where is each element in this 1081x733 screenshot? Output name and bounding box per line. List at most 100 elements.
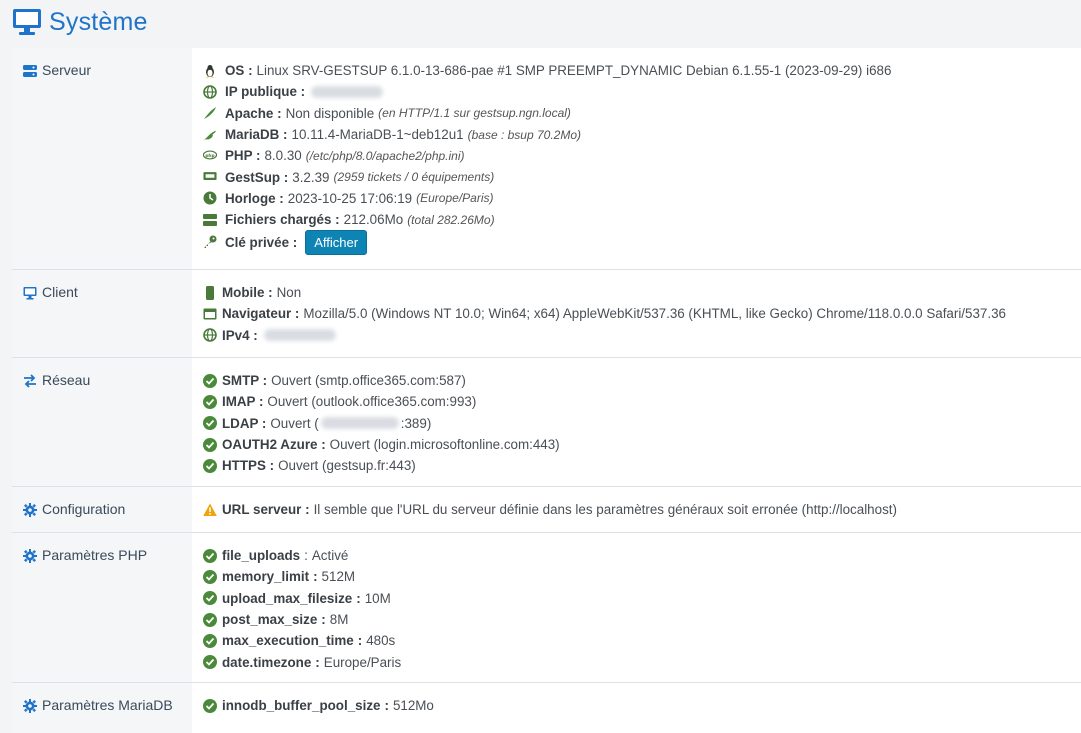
info-oauth: OAUTH2 Azure : Ouvert (login.microsofton… bbox=[203, 434, 1081, 455]
info-os: OS : Linux SRV-GESTSUP 6.1.0-13-686-pae … bbox=[203, 60, 1081, 81]
check-circle-icon bbox=[203, 373, 217, 388]
check-circle-icon bbox=[203, 569, 217, 584]
info-key: MariaDB : bbox=[225, 127, 288, 143]
info-ldap: LDAP : Ouvert ( :389) bbox=[203, 413, 1081, 434]
param-value: Activé bbox=[311, 548, 349, 564]
section-label: Configuration bbox=[12, 487, 192, 532]
section-values: SMTP : Ouvert (smtp.office365.com:587) I… bbox=[192, 358, 1081, 486]
info-note: (en HTTP/1.1 sur gestsup.ngn.local) bbox=[378, 106, 571, 121]
param-max-execution-time: max_execution_time : 480s bbox=[203, 630, 1081, 651]
feather-icon bbox=[203, 106, 217, 120]
info-key: Mobile : bbox=[222, 285, 273, 301]
server-icon bbox=[23, 64, 37, 78]
info-key: Horloge : bbox=[225, 190, 284, 206]
linux-icon bbox=[203, 64, 217, 78]
info-apache: Apache : Non disponible (en HTTP/1.1 sur… bbox=[203, 103, 1081, 124]
info-server-url: URL serveur : Il semble que l'URL du ser… bbox=[203, 499, 1081, 520]
info-note: (/etc/php/8.0/apache2/php.ini) bbox=[305, 148, 465, 163]
param-key: max_execution_time bbox=[222, 633, 354, 649]
info-mobile: Mobile : Non bbox=[203, 282, 1081, 303]
check-circle-icon bbox=[203, 655, 217, 670]
check-circle-icon bbox=[203, 698, 217, 713]
section-client: Client Mobile : Non Navigateur : Mozilla… bbox=[12, 270, 1081, 358]
section-values: Mobile : Non Navigateur : Mozilla/5.0 (W… bbox=[192, 270, 1081, 357]
section-values: OS : Linux SRV-GESTSUP 6.1.0-13-686-pae … bbox=[192, 48, 1081, 269]
seal-icon bbox=[203, 128, 217, 142]
param-value: 512Mo bbox=[392, 698, 434, 714]
gear-icon bbox=[23, 549, 37, 563]
info-key: Navigateur : bbox=[222, 306, 300, 322]
info-value: Non bbox=[276, 285, 302, 301]
info-value: Il semble que l'URL du serveur définie d… bbox=[313, 502, 897, 518]
info-key: URL serveur : bbox=[222, 502, 310, 518]
info-key: Clé privée : bbox=[225, 234, 298, 250]
php-icon: php bbox=[203, 149, 217, 163]
info-key: IMAP : bbox=[222, 394, 264, 410]
info-browser: Navigateur : Mozilla/5.0 (Windows NT 10.… bbox=[203, 303, 1081, 324]
info-value-suffix: :389) bbox=[400, 415, 432, 431]
info-note: (base : bsup 70.2Mo) bbox=[467, 127, 582, 142]
section-server: Serveur OS : Linux SRV-GESTSUP 6.1.0-13-… bbox=[12, 48, 1081, 270]
info-key: OS : bbox=[225, 63, 253, 79]
redacted-value bbox=[263, 329, 336, 342]
section-values: file_uploads : Activé memory_limit : 512… bbox=[192, 533, 1081, 682]
info-key: PHP : bbox=[225, 148, 261, 164]
svg-text:php: php bbox=[205, 153, 214, 159]
param-key: innodb_buffer_pool_size bbox=[222, 698, 381, 714]
info-note: (total 282.26Mo) bbox=[407, 212, 495, 227]
info-php: php PHP : 8.0.30 (/etc/php/8.0/apache2/p… bbox=[203, 145, 1081, 166]
param-separator: : bbox=[321, 612, 326, 628]
page-header: Système bbox=[0, 0, 1081, 44]
info-value: 10.11.4-MariaDB-1~deb12u1 bbox=[291, 127, 464, 143]
param-value: Europe/Paris bbox=[323, 654, 402, 670]
info-value: Ouvert (smtp.office365.com:587) bbox=[271, 373, 466, 389]
warning-icon bbox=[203, 503, 217, 517]
param-memory-limit: memory_limit : 512M bbox=[203, 566, 1081, 587]
page-title: Système bbox=[49, 7, 148, 36]
show-private-key-button[interactable]: Afficher bbox=[305, 229, 368, 255]
info-value: 2023-10-25 17:06:19 bbox=[287, 190, 413, 206]
param-separator: : bbox=[304, 548, 308, 564]
info-key: LDAP : bbox=[222, 415, 267, 431]
mobile-icon bbox=[203, 285, 217, 300]
check-circle-icon bbox=[203, 548, 217, 563]
param-value: 480s bbox=[366, 633, 396, 649]
check-circle-icon bbox=[203, 591, 217, 606]
info-value: Ouvert (login.microsoftonline.com:443) bbox=[329, 437, 560, 453]
info-smtp: SMTP : Ouvert (smtp.office365.com:587) bbox=[203, 370, 1081, 391]
info-https: HTTPS : Ouvert (gestsup.fr:443) bbox=[203, 455, 1081, 476]
globe-icon bbox=[203, 85, 217, 99]
info-key: GestSup : bbox=[225, 169, 289, 185]
gear-icon bbox=[23, 699, 37, 713]
section-configuration: Configuration URL serveur : Il semble qu… bbox=[12, 487, 1081, 533]
info-key: HTTPS : bbox=[222, 458, 275, 474]
param-separator: : bbox=[384, 698, 389, 714]
check-circle-icon bbox=[203, 458, 217, 473]
key-icon bbox=[203, 235, 217, 249]
info-note: (Europe/Paris) bbox=[416, 191, 494, 206]
section-title: Paramètres PHP bbox=[42, 547, 148, 563]
param-file-uploads: file_uploads : Activé bbox=[203, 545, 1081, 566]
param-separator: : bbox=[357, 633, 363, 649]
desktop-icon bbox=[12, 8, 42, 36]
section-label: Client bbox=[12, 270, 192, 357]
param-separator: : bbox=[313, 569, 318, 585]
info-key: Fichiers chargés : bbox=[225, 212, 340, 228]
param-separator: : bbox=[315, 654, 320, 670]
info-files: Fichiers chargés : 212.06Mo (total 282.2… bbox=[203, 209, 1081, 230]
clock-icon bbox=[203, 191, 217, 205]
section-title: Paramètres MariaDB bbox=[42, 697, 173, 713]
ticket-icon bbox=[203, 170, 217, 184]
param-post-max-size: post_max_size : 8M bbox=[203, 609, 1081, 630]
desktop-icon bbox=[23, 286, 37, 300]
param-upload-max-filesize: upload_max_filesize : 10M bbox=[203, 588, 1081, 609]
info-key: OAUTH2 Azure : bbox=[222, 437, 326, 453]
globe-icon bbox=[203, 328, 217, 343]
system-info-table: Serveur OS : Linux SRV-GESTSUP 6.1.0-13-… bbox=[12, 48, 1081, 733]
param-value: 8M bbox=[329, 612, 349, 628]
info-private-key: Clé privée : Afficher bbox=[203, 229, 1081, 255]
info-key: IPv4 : bbox=[222, 327, 258, 343]
info-value: Mozilla/5.0 (Windows NT 10.0; Win64; x64… bbox=[303, 306, 1006, 322]
param-value: 512M bbox=[321, 569, 356, 585]
info-clock: Horloge : 2023-10-25 17:06:19 (Europe/Pa… bbox=[203, 188, 1081, 209]
